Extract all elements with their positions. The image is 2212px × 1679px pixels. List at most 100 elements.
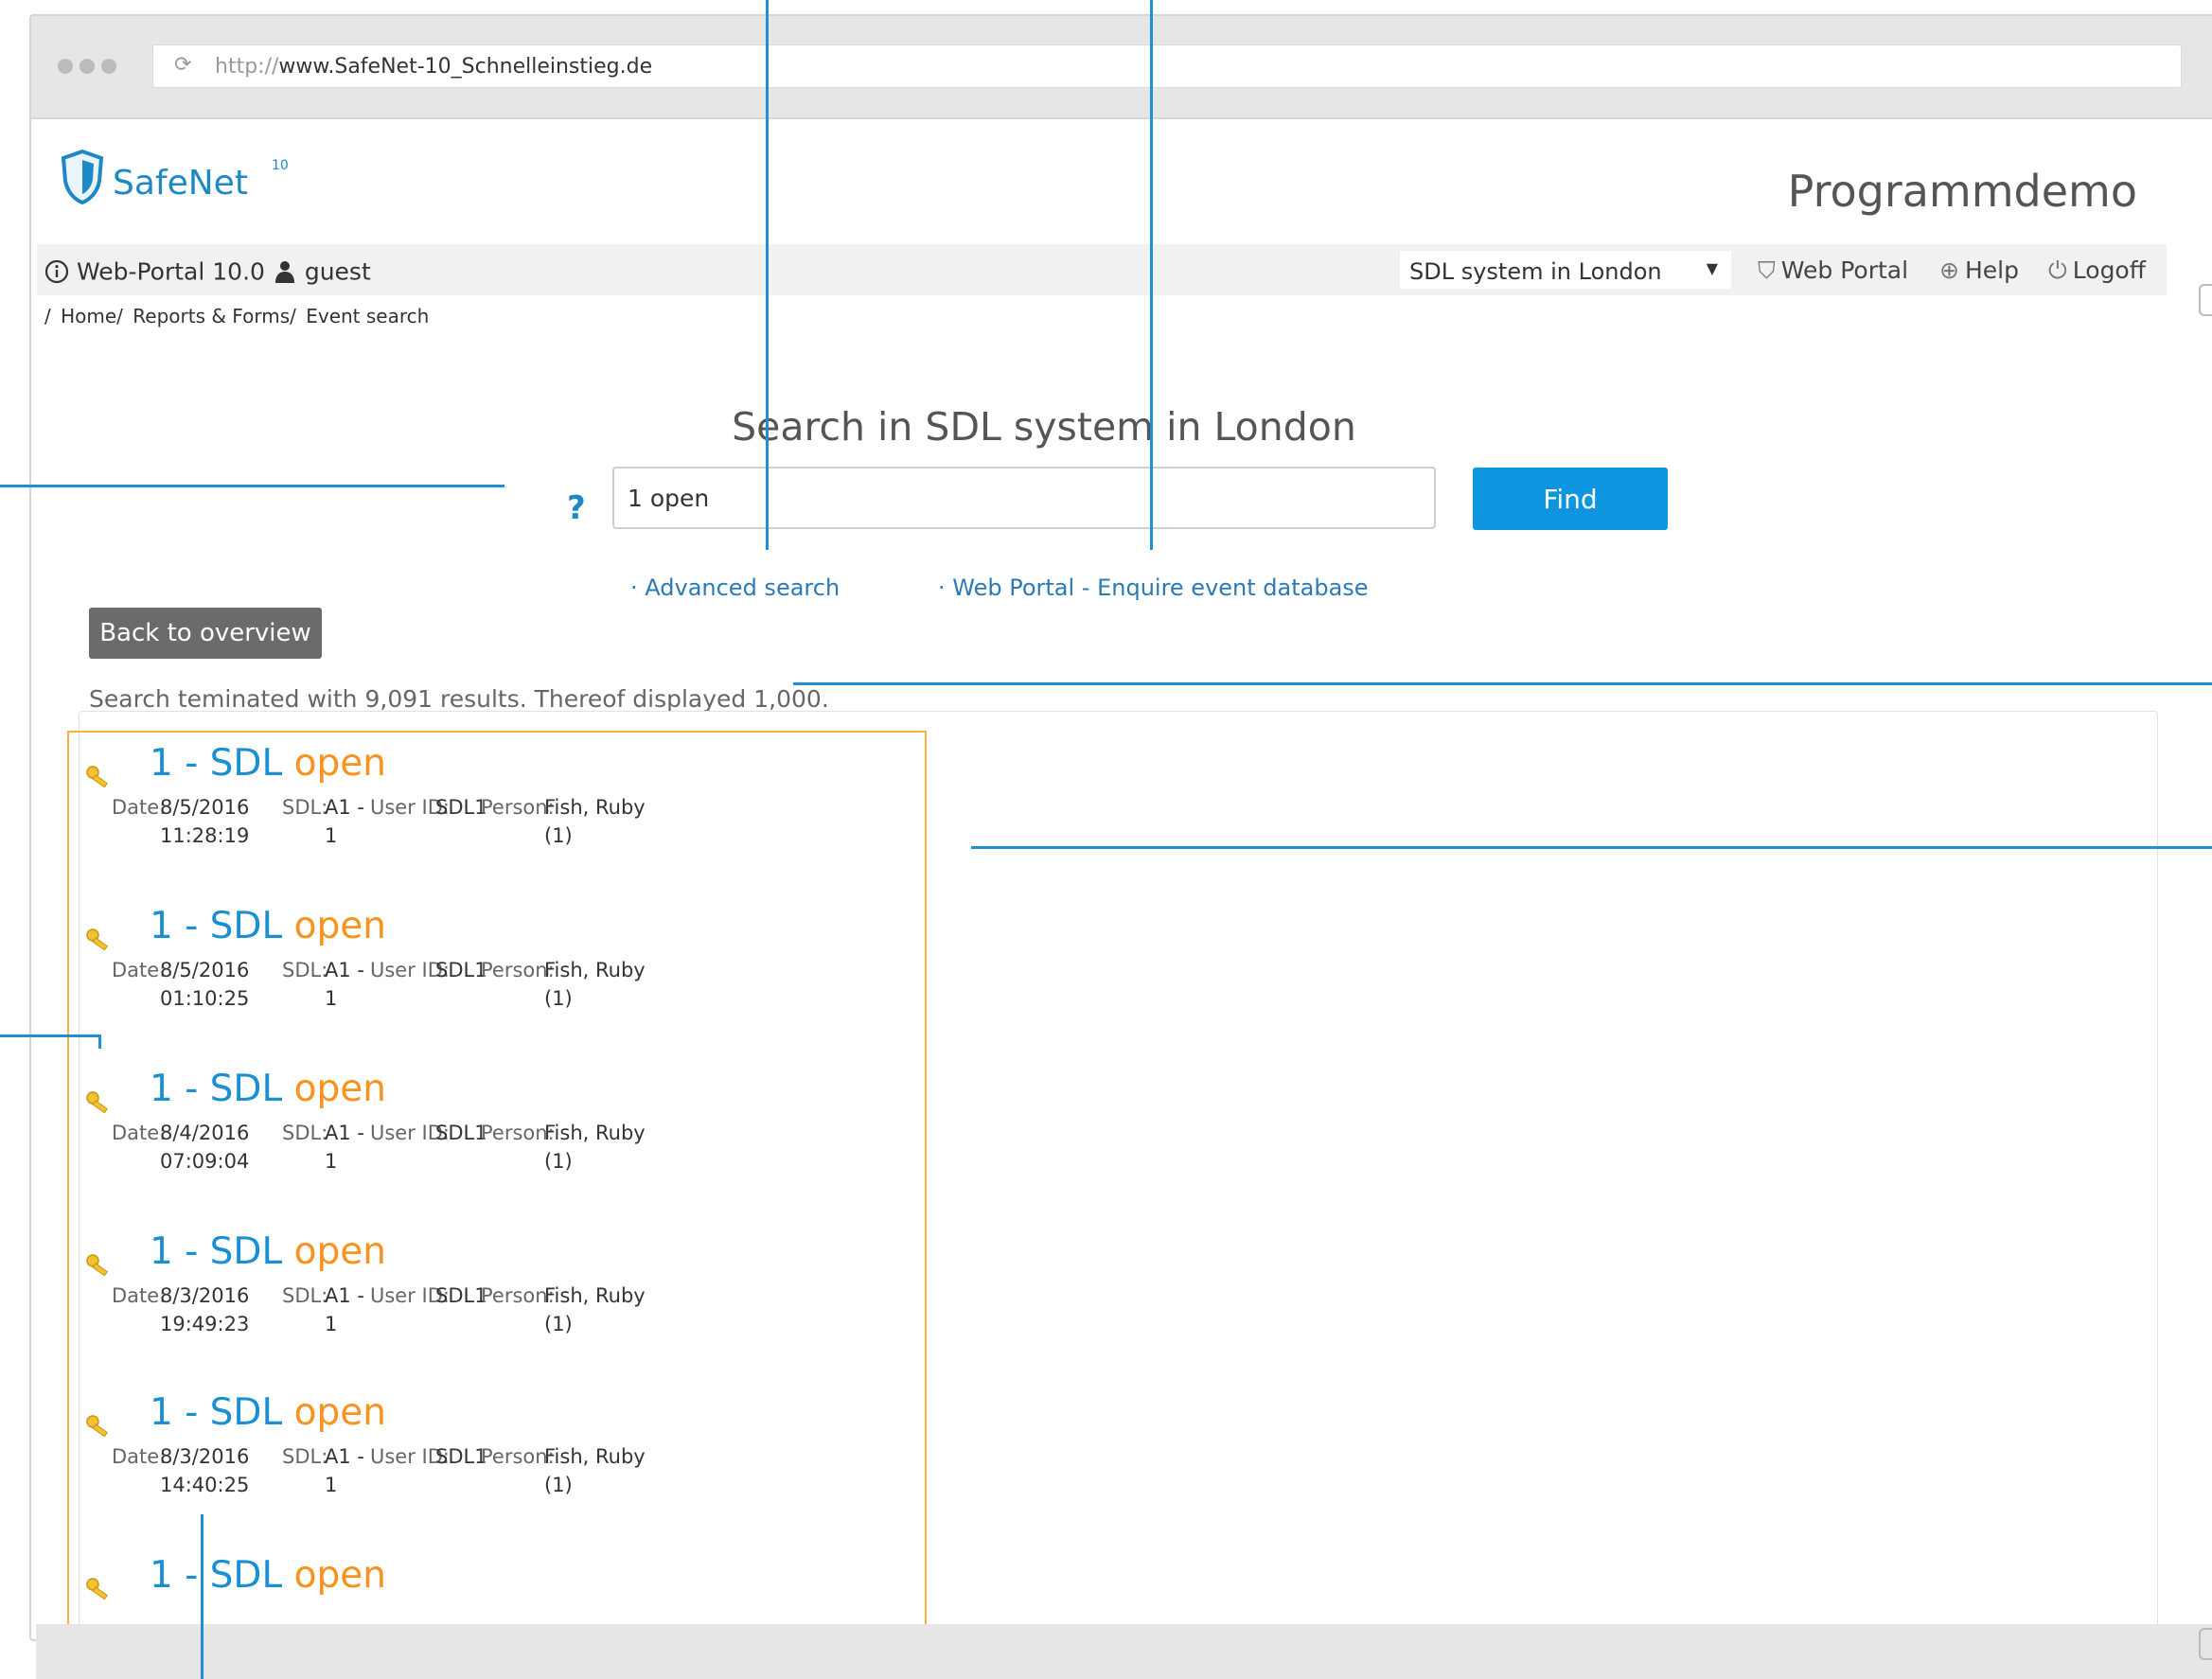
callout-line xyxy=(0,485,504,487)
url-text[interactable]: http://www.SafeNet-10_Schnelleinstieg.de xyxy=(215,55,652,79)
result-date: 8/5/2016 xyxy=(160,959,250,981)
result-time: 07:09:04 xyxy=(160,1150,250,1173)
user-icon xyxy=(274,261,294,283)
user-name[interactable]: guest xyxy=(305,258,371,286)
result-user-id: SDL1 xyxy=(435,1445,487,1468)
result-title[interactable]: 1 - SDL open xyxy=(150,1391,386,1434)
result-item[interactable]: 1 - SDL open Date: 8/3/2016 14:40:25 SDL… xyxy=(69,1382,925,1545)
person-label: Person: xyxy=(481,1284,555,1307)
person-label: Person: xyxy=(481,796,555,819)
callout-line xyxy=(766,0,769,550)
key-icon xyxy=(86,1254,108,1277)
page-title: Programmdemo xyxy=(1787,166,2137,217)
result-person-cont: (1) xyxy=(544,1474,573,1496)
callout-line xyxy=(971,846,2212,849)
result-sdl: A1 - xyxy=(325,959,364,981)
result-user-id: SDL1 xyxy=(435,796,487,819)
result-title[interactable]: 1 - SDL open xyxy=(150,905,386,947)
search-help-icon[interactable]: ? xyxy=(567,489,586,527)
nav-help-label: Help xyxy=(1964,256,2019,284)
result-user-id: SDL1 xyxy=(435,1284,487,1307)
result-date: 8/5/2016 xyxy=(160,796,250,819)
result-person: Fish, Ruby xyxy=(544,796,646,819)
result-sdl-cont: 1 xyxy=(325,987,338,1010)
key-icon xyxy=(86,1091,108,1114)
logo-text: SafeNet xyxy=(113,164,248,203)
result-title[interactable]: 1 - SDL open xyxy=(150,1068,386,1110)
result-time: 19:49:23 xyxy=(160,1313,250,1335)
result-item[interactable]: 1 - SDL open Date: 8/5/2016 01:10:25 SDL… xyxy=(69,895,925,1058)
result-status: open xyxy=(293,905,386,947)
result-title-prefix: 1 - SDL xyxy=(150,1554,283,1597)
person-label: Person: xyxy=(481,959,555,981)
result-title[interactable]: 1 - SDL open xyxy=(150,742,386,785)
result-user-id: SDL1 xyxy=(435,959,487,981)
back-to-overview-button[interactable]: Back to overview xyxy=(89,608,322,659)
result-sdl-cont: 1 xyxy=(325,1313,338,1335)
address-bar[interactable]: ⟳ http://www.SafeNet-10_Schnelleinstieg.… xyxy=(152,44,2182,88)
result-time: 01:10:25 xyxy=(160,987,250,1010)
logo-version: 10 xyxy=(272,158,289,173)
key-icon xyxy=(86,1578,108,1600)
bottom-bar xyxy=(36,1624,2212,1679)
date-label: Date: xyxy=(112,796,167,819)
url-protocol: http:// xyxy=(215,55,279,79)
result-time: 11:28:19 xyxy=(160,824,250,847)
enquire-database-link[interactable]: · Web Portal - Enquire event database xyxy=(938,574,1369,601)
result-title[interactable]: 1 - SDL open xyxy=(150,1230,386,1273)
sdl-label: SDL: xyxy=(282,1284,328,1307)
lifebuoy-icon: ⊕ xyxy=(1939,256,1959,284)
result-person: Fish, Ruby xyxy=(544,1445,646,1468)
nav-help[interactable]: ⊕ Help xyxy=(1939,256,2019,284)
search-input[interactable] xyxy=(612,467,1436,529)
result-person: Fish, Ruby xyxy=(544,1122,646,1144)
result-date: 8/3/2016 xyxy=(160,1284,250,1307)
result-person: Fish, Ruby xyxy=(544,1284,646,1307)
result-sdl: A1 - xyxy=(325,796,364,819)
window-dot[interactable] xyxy=(58,59,73,74)
url-host: www.SafeNet-10_Schnelleinstieg.de xyxy=(278,55,653,79)
result-time: 14:40:25 xyxy=(160,1474,250,1496)
nav-web-portal[interactable]: ⛉ Web Portal xyxy=(1758,256,1908,285)
results-list: 1 - SDL open Date: 8/5/2016 11:28:19 SDL… xyxy=(67,731,927,1637)
result-sdl-cont: 1 xyxy=(325,1474,338,1496)
callout-line xyxy=(0,1034,99,1037)
breadcrumb-current: Event search xyxy=(306,305,430,327)
result-title-prefix: 1 - SDL xyxy=(150,742,283,785)
find-button[interactable]: Find xyxy=(1473,468,1668,530)
window-dot[interactable] xyxy=(101,59,116,74)
result-item[interactable]: 1 - SDL open Date: 8/5/2016 11:28:19 SDL… xyxy=(69,733,925,895)
result-item[interactable]: 1 - SDL open Date: 8/3/2016 19:49:23 SDL… xyxy=(69,1221,925,1384)
result-status: open xyxy=(293,742,386,785)
result-title-prefix: 1 - SDL xyxy=(150,905,283,947)
window-controls[interactable] xyxy=(58,59,123,78)
result-status: open xyxy=(293,1230,386,1273)
date-label: Date: xyxy=(112,1122,167,1144)
top-navbar: Web-Portal 10.0 guest SDL system in Lond… xyxy=(37,244,2167,295)
date-label: Date: xyxy=(112,959,167,981)
result-title[interactable]: 1 - SDL open xyxy=(150,1554,386,1597)
breadcrumb-root: / xyxy=(44,305,51,327)
result-status: open xyxy=(293,1068,386,1110)
result-item[interactable]: 1 - SDL open Date: 8/4/2016 07:09:04 SDL… xyxy=(69,1058,925,1221)
portal-version: Web-Portal 10.0 xyxy=(76,257,265,286)
person-label: Person: xyxy=(481,1122,555,1144)
callout-line xyxy=(201,1514,204,1679)
safenet-logo[interactable]: SafeNet 10 xyxy=(60,149,306,215)
system-select[interactable]: SDL system in London ▼ xyxy=(1400,251,1731,289)
scroll-down-handle[interactable] xyxy=(2199,1628,2212,1660)
sdl-label: SDL: xyxy=(282,1445,328,1468)
result-status: open xyxy=(293,1391,386,1434)
breadcrumb-home[interactable]: Home/ xyxy=(61,305,123,327)
key-icon xyxy=(86,766,108,788)
sdl-label: SDL: xyxy=(282,1122,328,1144)
advanced-search-link[interactable]: · Advanced search xyxy=(630,574,840,601)
callout-line xyxy=(793,682,2212,685)
breadcrumb-reports[interactable]: Reports & Forms/ xyxy=(133,305,296,327)
nav-logoff[interactable]: ⏻ Logoff xyxy=(2048,256,2146,285)
key-icon xyxy=(86,928,108,951)
window-dot[interactable] xyxy=(80,59,95,74)
reload-icon[interactable]: ⟳ xyxy=(174,53,191,77)
result-person-cont: (1) xyxy=(544,987,573,1010)
scroll-up-handle[interactable] xyxy=(2199,284,2212,316)
